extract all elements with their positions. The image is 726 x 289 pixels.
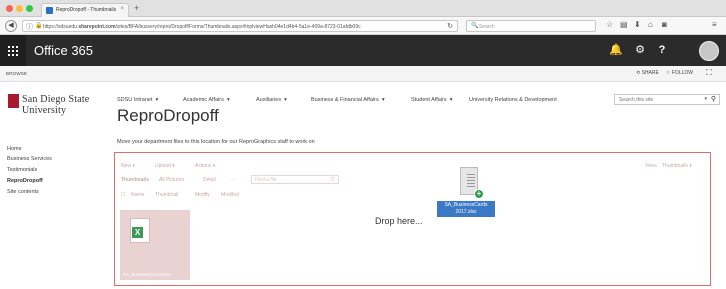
search-icon: 🔍 (471, 23, 479, 29)
app-launcher-icon (8, 46, 18, 56)
column-header-name[interactable]: Name (131, 192, 144, 198)
drop-here-text: Drop here... (375, 216, 423, 226)
search-icon[interactable]: ⚲ (711, 95, 716, 103)
topnav-item-auxiliaries[interactable]: Auxiliaries ▾ (256, 97, 287, 103)
topnav-item-business-financial-affairs[interactable]: Business & Financial Affairs ▾ (311, 97, 385, 103)
tab-close-icon[interactable]: × (120, 6, 124, 12)
search-icon[interactable]: ⚲ (331, 176, 335, 183)
column-header-thumbnail[interactable]: Thumbnail (155, 192, 178, 198)
page-description: Move your department files to this locat… (117, 139, 315, 145)
more-views-icon[interactable]: ··· (231, 177, 236, 183)
find-file-placeholder: Find a file (255, 177, 277, 183)
suite-title[interactable]: Office 365 (34, 43, 93, 58)
tab-thumbnails[interactable]: Thumbnails (121, 177, 149, 183)
university-name-line1[interactable]: San Diego State (22, 94, 89, 105)
view-selector[interactable]: Thumbnails ▾ (662, 163, 692, 169)
chevron-down-icon: ▾ (226, 97, 230, 103)
thumbnail-label: SA_BusinessCards2017 (123, 272, 172, 277)
view-label: View: (645, 163, 658, 169)
new-command[interactable]: New ▾ (121, 163, 135, 169)
lock-icon: 🔒 (35, 23, 43, 29)
focus-mode-icon[interactable]: ⛶ (706, 68, 712, 78)
browser-tab-bar: ReproDropoff - Thumbnails × + (0, 0, 726, 17)
column-header-modify[interactable]: Modify (195, 192, 210, 198)
site-search-box[interactable]: Search this site ▾ ⚲ (614, 94, 720, 105)
url-text: https://sdsuedu.sharepoint.com/sites/BFA… (43, 24, 361, 30)
user-avatar[interactable] (699, 41, 719, 61)
chevron-down-icon: ▾ (449, 97, 453, 103)
chevron-down-icon: ▾ (284, 97, 287, 103)
leftnav-item-site-contents[interactable]: Site contents (7, 189, 39, 195)
tab-detail[interactable]: Detail (203, 177, 216, 183)
notifications-bell-icon[interactable]: 🔔 (606, 35, 626, 66)
tab-title: ReproDropoff - Thumbnails (56, 7, 117, 13)
find-file-input[interactable]: Find a file ⚲ (251, 175, 339, 184)
reload-icon[interactable]: ↻ (447, 22, 453, 30)
pocket-icon[interactable]: ◙ (662, 20, 667, 29)
site-search-placeholder: Search this site (619, 97, 654, 103)
chevron-down-icon: ▾ (155, 97, 159, 103)
maximize-window-button[interactable] (26, 5, 33, 12)
app-launcher-button[interactable] (0, 35, 26, 66)
home-icon[interactable]: ⌂ (648, 20, 653, 29)
share-icon: ⟲ (636, 70, 641, 76)
column-header-modified[interactable]: Modifed (221, 192, 239, 198)
dragged-file-label: SA_BusinessCards 2017.xlsx (437, 201, 495, 217)
leftnav-item-business-services[interactable]: Business Services (7, 156, 52, 162)
topnav-item-university-relations[interactable]: University Relations & Development (469, 97, 557, 103)
new-tab-button[interactable]: + (134, 3, 139, 13)
chevron-down-icon[interactable]: ▾ (704, 96, 707, 102)
excel-badge-icon: X (132, 227, 143, 238)
university-name-line2[interactable]: University (22, 105, 66, 116)
office365-suite-bar: Office 365 🔔 ⚙ ? (0, 35, 726, 66)
address-bar[interactable]: ⓘ 🔒 https://sdsuedu.sharepoint.com/sites… (22, 20, 458, 32)
actions-command[interactable]: Actions ▾ (195, 163, 215, 169)
settings-gear-icon[interactable]: ⚙ (630, 35, 650, 66)
dragged-file[interactable]: + (460, 167, 484, 199)
star-icon: ☆ (666, 70, 671, 76)
share-button[interactable]: ⟲ SHARE (636, 70, 659, 76)
info-icon[interactable]: ⓘ (26, 22, 33, 32)
browser-navigation-bar: ◀ ⓘ 🔒 https://sdsuedu.sharepoint.com/sit… (0, 17, 726, 35)
bookmark-star-icon[interactable]: ☆ (606, 20, 613, 29)
drop-zone[interactable]: New ▾ Upload ▾ Actions ▾ Thumbnails All … (114, 152, 711, 286)
back-arrow-icon[interactable]: ◀ (5, 20, 17, 32)
downloads-icon[interactable]: ⬇ (634, 20, 641, 29)
excel-file-icon: X (130, 218, 150, 243)
chevron-down-icon: ▾ (381, 97, 385, 103)
minimize-window-button[interactable] (16, 5, 23, 12)
leftnav-item-reprodropoff[interactable]: ReproDropoff (7, 178, 43, 184)
upload-command[interactable]: Upload ▾ (155, 163, 175, 169)
browser-tab[interactable]: ReproDropoff - Thumbnails × (41, 3, 129, 17)
ribbon: BROWSE ⟲ SHARE ☆ FOLLOW ⛶ (0, 66, 726, 82)
sharepoint-favicon-icon (46, 7, 53, 14)
browser-search-placeholder: Search (479, 24, 495, 30)
follow-button[interactable]: ☆ FOLLOW (666, 70, 693, 76)
leftnav-item-testimonials[interactable]: Testimonials (7, 167, 37, 173)
tab-all-pictures[interactable]: All Pictures (159, 177, 184, 183)
browser-search-box[interactable]: 🔍 Search (466, 20, 596, 32)
file-thumbnail[interactable]: X SA_BusinessCards2017 (120, 210, 190, 280)
add-copy-icon: + (474, 189, 484, 199)
select-all-checkbox[interactable]: ☐ (121, 192, 125, 198)
topnav-item-academic-affairs[interactable]: Academic Affairs ▾ (183, 97, 230, 103)
topnav-item-student-affairs[interactable]: Student Affairs ▾ (411, 97, 453, 103)
sdsu-logo-mark-icon (8, 94, 19, 108)
page-title: ReproDropoff (117, 106, 219, 125)
reading-list-icon[interactable]: ▤ (620, 20, 628, 29)
leftnav-item-home[interactable]: Home (7, 146, 22, 152)
topnav-item-sdsu-intranet[interactable]: SDSU Intranet ▾ (117, 97, 158, 103)
menu-icon[interactable]: ≡ (712, 20, 717, 29)
close-window-button[interactable] (6, 5, 13, 12)
help-icon[interactable]: ? (652, 35, 672, 66)
tab-browse[interactable]: BROWSE (6, 71, 27, 76)
